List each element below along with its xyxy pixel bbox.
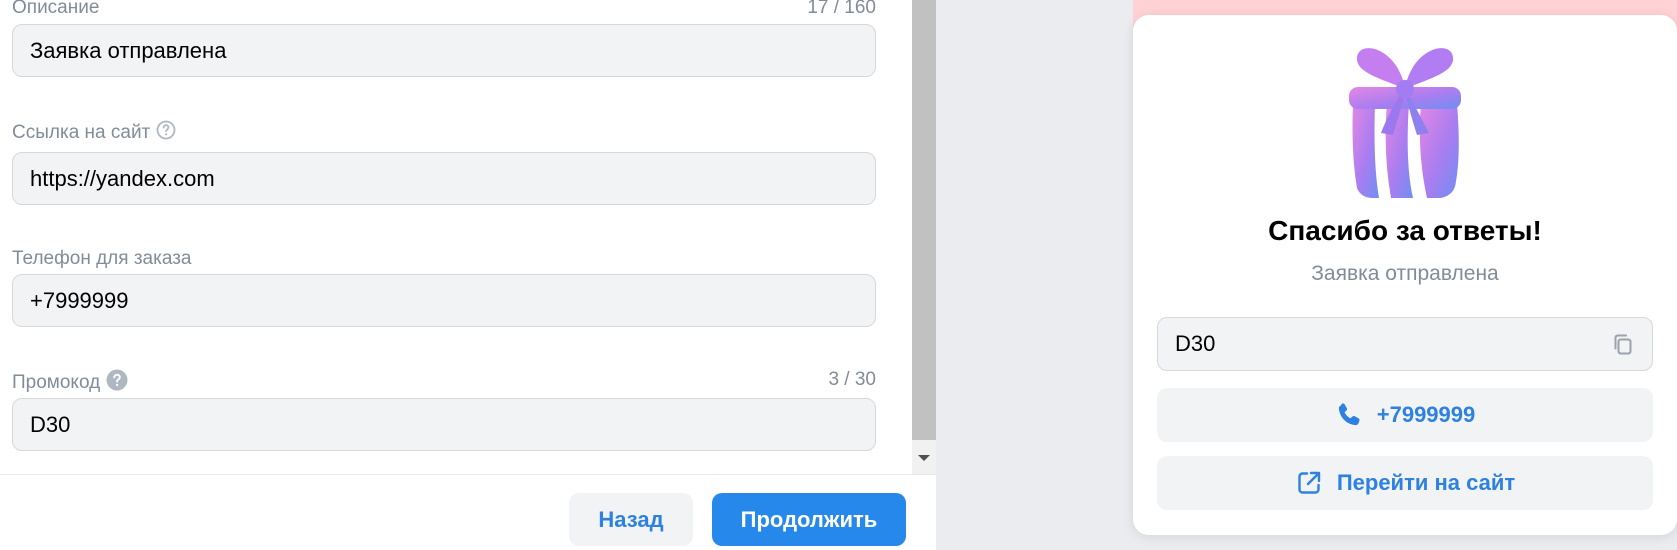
- help-filled-icon[interactable]: [106, 369, 128, 397]
- card-title: Спасибо за ответы!: [1268, 215, 1542, 246]
- scroll-down-arrow-icon[interactable]: [918, 455, 930, 461]
- gift-icon: [1343, 43, 1467, 203]
- form-panel: Описание 17 / 160 Заявка отправлена Ссыл…: [0, 0, 936, 550]
- back-button[interactable]: Назад: [569, 493, 693, 546]
- call-phone-label: +7999999: [1376, 402, 1476, 427]
- promo-input[interactable]: D30: [12, 398, 876, 451]
- continue-button[interactable]: Продолжить: [712, 493, 906, 546]
- phone-input[interactable]: +7999999: [12, 274, 876, 327]
- scrollbar-thumb[interactable]: [912, 0, 936, 440]
- promo-code-box: D30: [1157, 317, 1653, 371]
- phone-label: Телефон для заказа: [12, 248, 192, 269]
- scrollbar[interactable]: [912, 0, 936, 474]
- description-counter: 17 / 160: [807, 0, 876, 18]
- promo-code-value: D30: [1175, 331, 1216, 356]
- site-link-input[interactable]: https://yandex.com: [12, 152, 876, 205]
- form-scroll-area: Описание 17 / 160 Заявка отправлена Ссыл…: [0, 0, 912, 474]
- site-link-label: Ссылка на сайт: [12, 120, 176, 146]
- promo-label: Промокод: [12, 369, 128, 397]
- go-to-site-button[interactable]: Перейти на сайт: [1157, 456, 1653, 510]
- thank-you-card: Спасибо за ответы! Заявка отправлена D30…: [1133, 15, 1677, 535]
- card-subtitle: Заявка отправлена: [1311, 262, 1499, 285]
- go-to-site-label: Перейти на сайт: [1336, 470, 1516, 495]
- call-phone-button[interactable]: +7999999: [1157, 388, 1653, 442]
- description-label: Описание: [12, 0, 100, 18]
- copy-icon[interactable]: [1612, 333, 1634, 357]
- external-link-icon: [1298, 471, 1321, 494]
- phone-icon: [1338, 403, 1360, 426]
- promo-counter: 3 / 30: [828, 369, 876, 390]
- description-input[interactable]: Заявка отправлена: [12, 24, 876, 77]
- form-footer: Назад Продолжить: [0, 475, 936, 550]
- help-outline-icon[interactable]: [156, 120, 176, 146]
